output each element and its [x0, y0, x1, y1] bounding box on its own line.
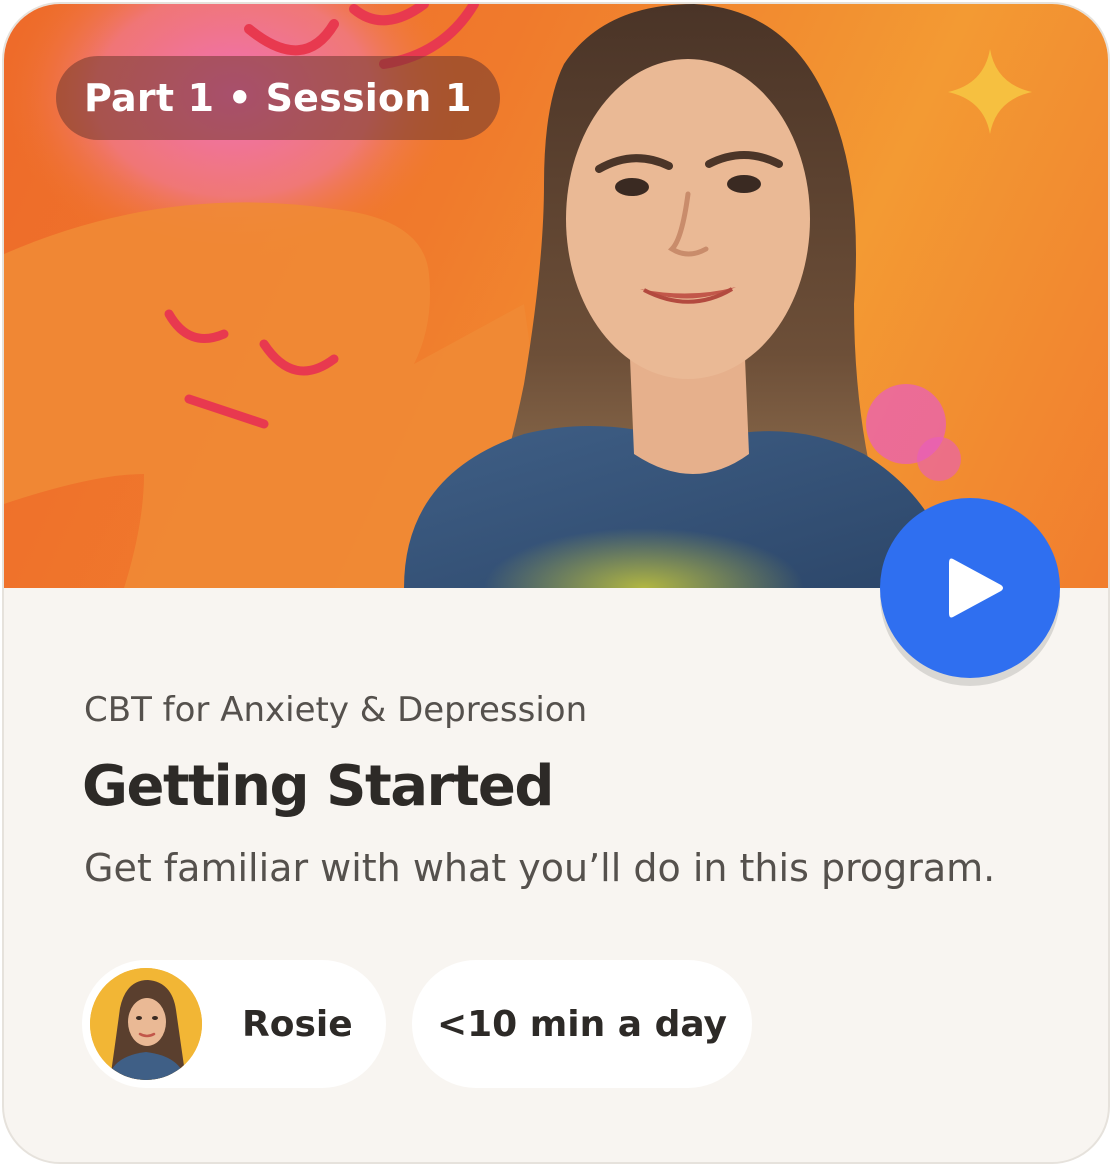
session-description: Get familiar with what you’ll do in this… [84, 846, 996, 890]
session-card[interactable]: Part 1 • Session 1 CBT for Anxiety & Dep… [2, 2, 1110, 1164]
session-badge: Part 1 • Session 1 [56, 56, 500, 140]
session-title: Getting Started [82, 754, 554, 819]
duration-chip: <10 min a day [412, 960, 752, 1088]
guide-avatar [90, 968, 202, 1080]
guide-name: Rosie [242, 1003, 353, 1045]
program-name: CBT for Anxiety & Depression [84, 690, 588, 730]
guide-chip[interactable]: Rosie [82, 960, 386, 1088]
duration-label: <10 min a day [436, 1003, 728, 1045]
play-button[interactable] [880, 498, 1060, 678]
play-icon [949, 558, 1003, 618]
session-hero-image: Part 1 • Session 1 [4, 4, 1108, 588]
